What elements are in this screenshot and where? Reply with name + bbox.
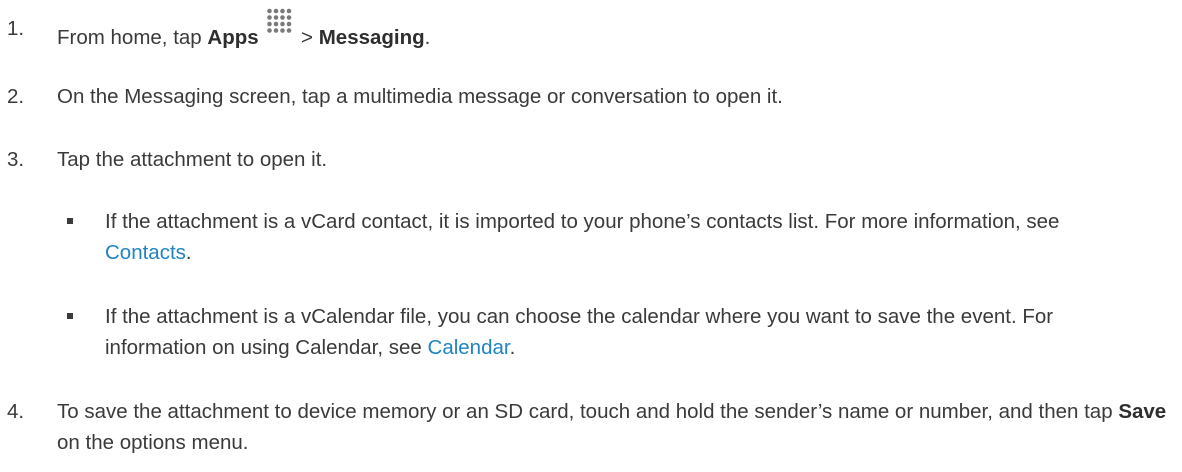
bullet-square-icon <box>67 313 73 319</box>
step-text-post: on the options menu. <box>57 431 249 454</box>
step-text-pre: From home, tap <box>57 26 208 49</box>
calendar-link[interactable]: Calendar <box>428 336 510 359</box>
step-number: 1. <box>7 17 25 40</box>
contacts-link[interactable]: Contacts <box>105 241 186 264</box>
messaging-label: Messaging <box>318 26 425 49</box>
apps-label: Apps <box>207 26 259 49</box>
save-label: Save <box>1118 400 1167 423</box>
bullet-text-pre: If the attachment is a vCard contact, it… <box>105 210 1060 233</box>
bullet-square-icon <box>67 218 73 224</box>
step-text: On the Messaging screen, tap a multimedi… <box>57 85 783 108</box>
step-number: 4. <box>7 400 25 423</box>
step-text: From home, tap Apps > Messaging. <box>57 8 1172 53</box>
bullet-text: If the attachment is a vCard contact, it… <box>105 206 1145 268</box>
apps-grid-icon <box>266 8 293 46</box>
separator: > <box>295 26 319 49</box>
step-text-post: . <box>424 26 431 49</box>
bullet-text-post: . <box>185 241 192 264</box>
step-text: To save the attachment to device memory … <box>57 396 1172 458</box>
bullet-text-pre: If the attachment is a vCalendar file, y… <box>105 305 1054 359</box>
step-number: 2. <box>7 85 25 108</box>
step-text: Tap the attachment to open it. <box>57 148 328 171</box>
bullet-text: If the attachment is a vCalendar file, y… <box>105 301 1145 363</box>
bullet-text-post: . <box>509 336 516 359</box>
step-number: 3. <box>7 148 25 171</box>
step-text-pre: To save the attachment to device memory … <box>57 400 1119 423</box>
